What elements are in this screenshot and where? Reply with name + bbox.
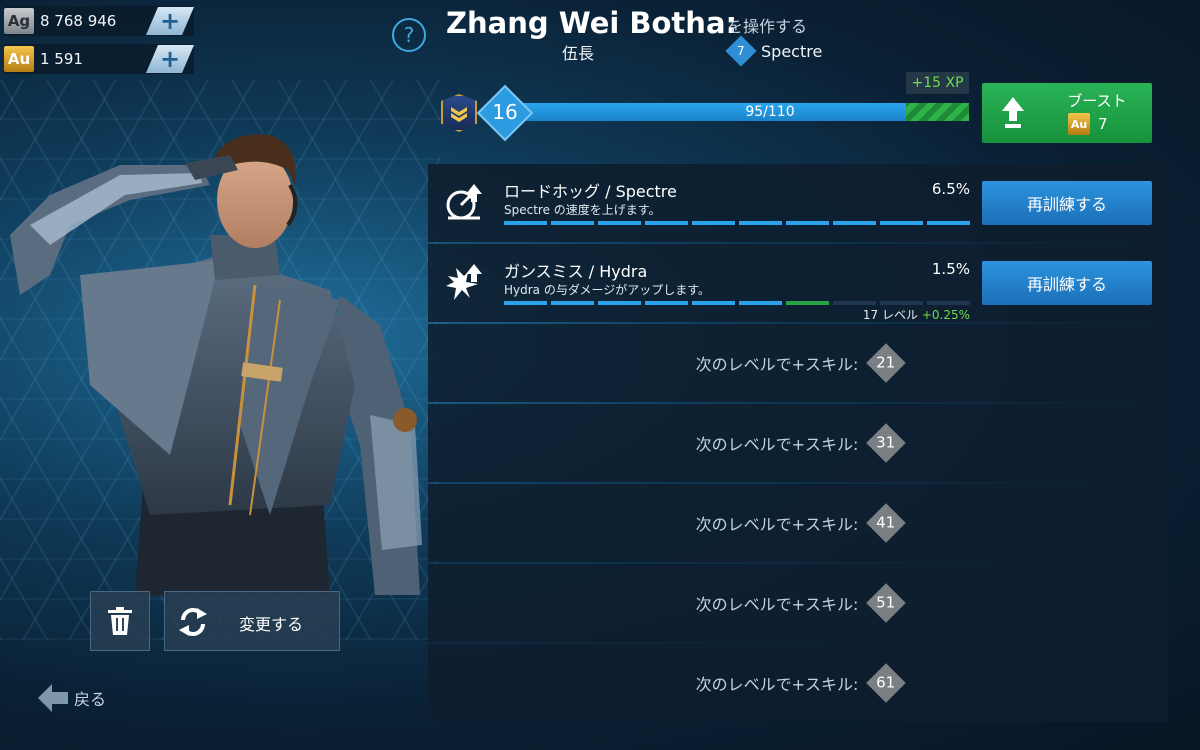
skill-segment (645, 301, 688, 305)
silver-amount: 8 768 946 (40, 12, 117, 30)
locked-skill-slot: 次のレベルで+スキル: 61 (428, 644, 1168, 722)
skill-title: ガンスミス / Hydra (504, 262, 648, 281)
skill-row: ロードホッグ / Spectre Spectre の速度を上げます。 6.5% … (428, 164, 1168, 242)
help-button[interactable]: ? (392, 18, 426, 52)
xp-bonus-badge: +15 XP (906, 72, 969, 94)
skill-next-level-label: 17 レベル (862, 308, 918, 322)
boost-cost-value: 7 (1098, 115, 1108, 133)
gold-amount: 1 591 (40, 50, 83, 68)
skill-title: ロードホッグ / Spectre (504, 182, 677, 201)
boost-cost: Au 7 (1068, 113, 1108, 135)
locked-slot-text: 次のレベルで+スキル: (695, 595, 859, 614)
up-arrow-icon (1002, 97, 1024, 128)
gold-icon: Au (4, 46, 34, 72)
skill-description: Spectre の速度を上げます。 (504, 203, 661, 217)
locked-skill-slot: 次のレベルで+スキル: 31 (428, 404, 1168, 482)
skill-segment (504, 221, 547, 225)
skill-segment (739, 221, 782, 225)
robot-level: 7 (737, 43, 745, 58)
unlock-level-badge: 31 (866, 423, 907, 463)
back-button[interactable]: 戻る (38, 684, 106, 712)
pilot-rank: 伍長 (562, 44, 595, 63)
skill-segment (833, 301, 876, 305)
unlock-level: 21 (876, 354, 896, 372)
skill-percent: 6.5% (931, 180, 970, 198)
skill-segment (786, 221, 829, 225)
unlock-level-badge: 21 (866, 343, 907, 383)
delete-pilot-button[interactable] (90, 591, 150, 651)
change-label: 変更する (239, 615, 304, 634)
trash-icon (108, 607, 132, 635)
unlock-level-badge: 61 (866, 663, 907, 703)
skill-next-level: 17 レベル +0.25% (863, 306, 970, 323)
skill-level-bar (504, 301, 970, 305)
assigned-robot: 7 Spectre (725, 35, 823, 67)
skill-segment (692, 221, 735, 225)
locked-skill-slot: 次のレベルで+スキル: 21 (428, 324, 1168, 402)
silver-currency: Ag 8 768 946 + (4, 6, 194, 36)
chevron-icon (451, 107, 467, 122)
locked-skill-slot: 次のレベルで+スキル: 41 (428, 484, 1168, 562)
xp-progress-text: 95/110 (745, 104, 795, 120)
skill-description: Hydra の与ダメージがアップします。 (504, 283, 711, 297)
skill-segment (551, 301, 594, 305)
locked-slot-text: 次のレベルで+スキル: (695, 675, 859, 694)
unlock-level: 41 (876, 514, 896, 532)
locked-skill-slot: 次のレベルで+スキル: 51 (428, 564, 1168, 642)
skill-segment (551, 221, 594, 225)
skill-segment (786, 301, 829, 305)
skill-row: ガンスミス / Hydra Hydra の与ダメージがアップします。 1.5% … (428, 244, 1168, 322)
control-label: を操作する (727, 17, 808, 36)
add-silver-button[interactable]: + (146, 7, 194, 35)
skill-level-bar (504, 221, 970, 225)
skill-segment (927, 221, 970, 225)
skill-segment (927, 301, 970, 305)
skill-segment (833, 221, 876, 225)
skill-segment (598, 221, 641, 225)
silver-icon: Ag (4, 8, 34, 34)
pilot-portrait (10, 134, 422, 595)
skill-segment (880, 221, 923, 225)
back-arrow-icon (38, 684, 68, 712)
retrain-button[interactable]: 再訓練する (982, 261, 1152, 305)
robot-name: Spectre (761, 41, 823, 61)
speed-up-icon (446, 184, 482, 220)
locked-slot-text: 次のレベルで+スキル: (695, 515, 859, 534)
unlock-level: 51 (876, 594, 896, 612)
unlock-level-badge: 41 (866, 503, 907, 543)
skill-next-level-bonus: +0.25% (921, 308, 970, 322)
retrain-button[interactable]: 再訓練する (982, 181, 1152, 225)
locked-slot-text: 次のレベルで+スキル: (695, 435, 859, 454)
damage-up-icon (446, 264, 482, 300)
skill-segment (645, 221, 688, 225)
skill-segment (598, 301, 641, 305)
unlock-level: 61 (876, 674, 896, 692)
skill-percent: 1.5% (931, 260, 970, 278)
gold-currency: Au 1 591 + (4, 44, 194, 74)
boost-button[interactable]: ブースト Au 7 (982, 83, 1152, 143)
back-label: 戻る (74, 690, 107, 709)
add-gold-button[interactable]: + (146, 45, 194, 73)
skill-segment (739, 301, 782, 305)
gold-icon: Au (1068, 113, 1090, 135)
skill-segment (504, 301, 547, 305)
pilot-name: Zhang Wei Botha: (446, 6, 738, 40)
boost-label: ブースト (1067, 92, 1127, 110)
rank-chevron-icon (441, 94, 477, 132)
unlock-level: 31 (876, 434, 896, 452)
locked-slot-text: 次のレベルで+スキル: (695, 355, 859, 374)
unlock-level-badge: 51 (866, 583, 907, 623)
change-pilot-button[interactable]: 変更する (164, 591, 340, 651)
skill-segment (692, 301, 735, 305)
pilot-level: 16 (492, 100, 518, 124)
swap-arrows-icon (179, 608, 207, 636)
skill-segment (880, 301, 923, 305)
robot-level-badge: 7 (725, 35, 757, 67)
